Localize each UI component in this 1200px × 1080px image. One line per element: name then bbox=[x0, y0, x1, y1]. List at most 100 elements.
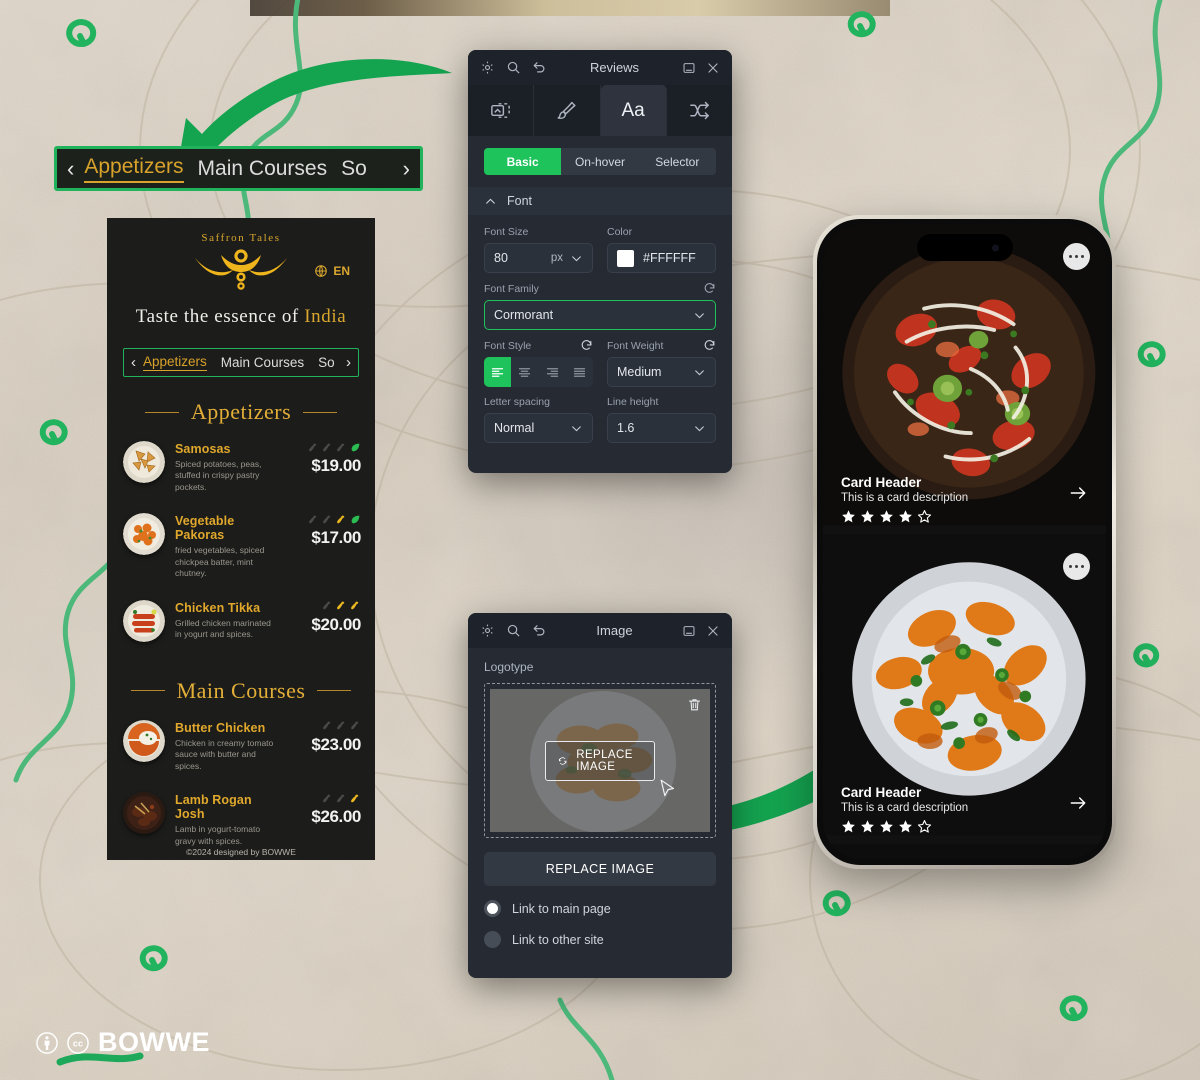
align-right-icon bbox=[546, 367, 558, 377]
dish-photo bbox=[123, 513, 165, 556]
minimize-icon[interactable] bbox=[682, 624, 696, 638]
color-input[interactable]: #FFFFFF bbox=[607, 243, 716, 273]
tab-style[interactable] bbox=[534, 85, 601, 136]
menu-nav-item-so[interactable]: So bbox=[318, 355, 335, 370]
section-heading-appetizers: Appetizers bbox=[107, 399, 375, 425]
reset-icon[interactable] bbox=[703, 339, 716, 352]
spice-level bbox=[287, 792, 361, 804]
brand-block: Saffron Tales bbox=[107, 232, 375, 290]
tab-effects[interactable] bbox=[667, 85, 732, 136]
close-icon[interactable] bbox=[706, 624, 720, 638]
chicken-tikka-photo bbox=[123, 599, 165, 642]
menu-item[interactable]: Vegetable Pakoras fried vegetables, spic… bbox=[107, 503, 375, 589]
panel-titlebar: Image bbox=[468, 613, 732, 648]
preview-card[interactable]: Card Header This is a card description bbox=[823, 225, 1106, 534]
search-icon[interactable] bbox=[506, 60, 521, 75]
gear-icon[interactable] bbox=[480, 60, 495, 75]
replace-image-overlay-button[interactable]: REPLACE IMAGE bbox=[545, 740, 655, 781]
letter-spacing-select[interactable]: Normal bbox=[484, 413, 593, 443]
bowwe-wordmark: BOWWE bbox=[98, 1027, 210, 1057]
font-size-color-row: Font Size 80 px Color #FFFFFF bbox=[484, 226, 716, 273]
undo-icon[interactable] bbox=[532, 623, 547, 638]
link-option-other-site[interactable]: Link to other site bbox=[484, 931, 716, 948]
creative-commons-by-icon bbox=[36, 1031, 58, 1054]
align-justify-button[interactable] bbox=[566, 357, 593, 387]
color-swatch[interactable] bbox=[617, 249, 634, 267]
menu-item[interactable]: Chicken Tikka Grilled chicken marinated … bbox=[107, 590, 375, 652]
arrow-right-icon[interactable] bbox=[1068, 793, 1088, 818]
bowwe-watermark: cc BOWWE bbox=[36, 1027, 210, 1058]
phone-mockup: Card Header This is a card description C… bbox=[813, 215, 1116, 869]
font-weight-select[interactable]: Medium bbox=[607, 357, 716, 387]
menu-tagline: Taste the essence of India bbox=[107, 306, 375, 328]
preview-card[interactable]: Card Header This is a card description bbox=[823, 535, 1106, 844]
line-height-select[interactable]: 1.6 bbox=[607, 413, 716, 443]
floating-navigation-widget[interactable]: ‹ Appetizers Main Courses So › bbox=[54, 146, 423, 191]
menu-item[interactable]: Samosas Spiced potatoes, peas, stuffed i… bbox=[107, 431, 375, 503]
align-center-button[interactable] bbox=[511, 357, 538, 387]
floating-nav-item-appetizers[interactable]: Appetizers bbox=[84, 155, 184, 183]
radio-unselected-icon[interactable] bbox=[484, 931, 501, 948]
dish-description: Spiced potatoes, peas, stuffed in crispy… bbox=[175, 459, 262, 492]
rating-stars bbox=[841, 509, 1088, 524]
menu-item[interactable]: Lamb Rogan Josh Lamb in yogurt-tomato gr… bbox=[107, 782, 375, 857]
gear-icon[interactable] bbox=[480, 623, 495, 638]
chili-icon-empty bbox=[337, 794, 345, 803]
menu-nav-item-main-courses[interactable]: Main Courses bbox=[221, 355, 304, 370]
font-size-value: 80 bbox=[494, 251, 508, 265]
dish-price: $23.00 bbox=[311, 734, 361, 754]
link-option-main-page[interactable]: Link to main page bbox=[484, 900, 716, 917]
reset-icon[interactable] bbox=[703, 282, 716, 295]
menu-nav-chevron-left-icon[interactable]: ‹ bbox=[131, 355, 136, 370]
chevron-up-icon bbox=[486, 198, 495, 204]
state-tab-basic[interactable]: Basic bbox=[484, 148, 562, 175]
svg-text:cc: cc bbox=[73, 1038, 83, 1048]
chevron-right-icon[interactable]: › bbox=[403, 157, 410, 180]
replace-image-button[interactable]: REPLACE IMAGE bbox=[484, 852, 716, 886]
menu-nav-chevron-right-icon[interactable]: › bbox=[346, 355, 351, 370]
globe-icon bbox=[315, 265, 328, 277]
state-tab-on-hover[interactable]: On-hover bbox=[561, 148, 639, 175]
menu-nav-item-appetizers[interactable]: Appetizers bbox=[143, 354, 207, 371]
state-tabs-wrapper: Basic On-hover Selector bbox=[468, 136, 732, 187]
chevron-down-icon bbox=[572, 255, 581, 261]
spice-level bbox=[287, 441, 361, 453]
align-right-button[interactable] bbox=[539, 357, 566, 387]
menu-item[interactable]: Butter Chicken Chicken in creamy tomato … bbox=[107, 710, 375, 782]
search-icon[interactable] bbox=[506, 623, 521, 638]
floating-nav-item-so[interactable]: So bbox=[341, 157, 367, 181]
floating-nav-item-main-courses[interactable]: Main Courses bbox=[198, 157, 328, 181]
chili-icon-filled bbox=[351, 794, 359, 803]
font-weight-field: Font Weight Medium bbox=[607, 339, 716, 387]
image-dropzone[interactable]: REPLACE IMAGE bbox=[484, 683, 716, 838]
chili-icon-empty bbox=[323, 443, 331, 451]
state-tab-selector[interactable]: Selector bbox=[638, 148, 716, 175]
star-empty-icon bbox=[917, 510, 932, 523]
dish-description: Grilled chicken marinated in yogurt and … bbox=[175, 617, 271, 640]
language-selector[interactable]: EN bbox=[314, 264, 350, 278]
undo-icon[interactable] bbox=[532, 60, 547, 75]
chevron-left-icon[interactable]: ‹ bbox=[67, 157, 74, 180]
font-weight-label: Font Weight bbox=[607, 339, 664, 352]
radio-selected-icon[interactable] bbox=[484, 900, 501, 917]
align-left-button[interactable] bbox=[484, 357, 512, 387]
arrow-right-icon[interactable] bbox=[1068, 483, 1088, 508]
panel-title-text: Reviews bbox=[589, 60, 640, 75]
delete-image-button[interactable] bbox=[687, 697, 702, 717]
font-weight-value: Medium bbox=[617, 365, 662, 379]
font-style-field: Font Style bbox=[484, 339, 593, 387]
align-justify-icon bbox=[573, 367, 585, 377]
font-size-input[interactable]: 80 px bbox=[484, 243, 593, 273]
more-options-icon[interactable] bbox=[1063, 553, 1090, 580]
color-value: #FFFFFF bbox=[643, 251, 696, 265]
font-family-select[interactable]: Cormorant bbox=[484, 300, 716, 330]
tab-typography[interactable]: Aa bbox=[600, 85, 667, 136]
more-options-icon[interactable] bbox=[1063, 243, 1090, 270]
tab-layout[interactable] bbox=[468, 85, 535, 136]
minimize-icon[interactable] bbox=[682, 61, 696, 75]
letter-spacing-field: Letter spacing Normal bbox=[484, 396, 593, 443]
menu-card-navigation[interactable]: ‹ Appetizers Main Courses So › bbox=[123, 348, 359, 377]
close-icon[interactable] bbox=[706, 61, 720, 75]
reset-icon[interactable] bbox=[580, 339, 593, 352]
font-section-header[interactable]: Font bbox=[468, 187, 732, 215]
